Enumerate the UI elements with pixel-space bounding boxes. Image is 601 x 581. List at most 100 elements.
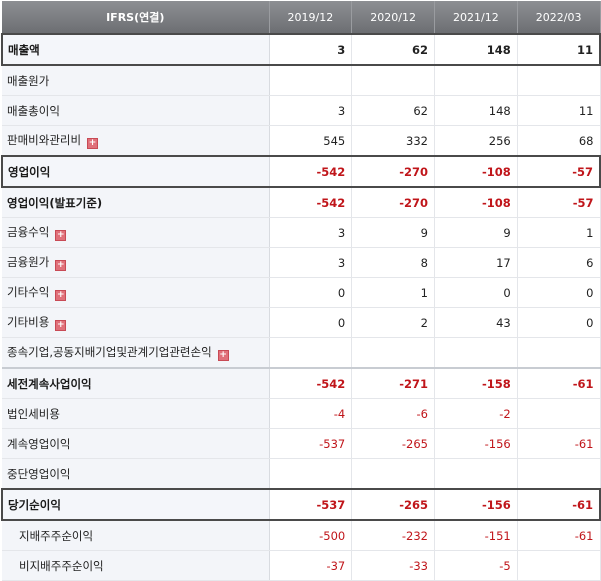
value-cell: -2 xyxy=(434,398,518,429)
value-cell: 0 xyxy=(269,277,353,308)
value-cell: -61 xyxy=(517,520,601,551)
row-label: 비지배주주순이익 xyxy=(19,558,104,573)
value-cell xyxy=(434,337,518,369)
value-cell: 62 xyxy=(351,33,435,66)
row-label: 영업이익 xyxy=(8,164,51,179)
row-label: 중단영업이익 xyxy=(7,466,71,481)
table-row: 중단영업이익 xyxy=(2,458,601,490)
value-cell: -270 xyxy=(351,186,435,218)
row-label: 매출총이익 xyxy=(7,103,60,118)
row-label: 당기순이익 xyxy=(8,497,61,512)
value-cell: 68 xyxy=(517,125,601,157)
value-cell: 256 xyxy=(434,125,518,157)
value-cell: 3 xyxy=(269,33,353,66)
value-cell xyxy=(517,458,601,490)
value-cell: 148 xyxy=(434,95,518,126)
value-cell: -37 xyxy=(269,550,353,581)
value-cell: -156 xyxy=(434,488,518,521)
value-cell: -5 xyxy=(434,550,518,581)
value-cell: -500 xyxy=(269,520,353,551)
value-cell: 0 xyxy=(434,277,518,308)
row-label: 법인세비용 xyxy=(7,406,60,421)
value-cell: -158 xyxy=(434,367,518,399)
value-cell xyxy=(269,65,353,96)
row-label: 지배주주순이익 xyxy=(19,528,94,543)
row-label: 기타비용 xyxy=(7,315,50,329)
row-label-cell: 금융원가 + xyxy=(2,247,270,278)
value-cell: 9 xyxy=(434,217,518,248)
value-cell: -61 xyxy=(517,488,601,521)
table-row: 금융수익 +3 9 9 1 xyxy=(2,217,601,248)
value-cell xyxy=(351,337,435,369)
value-cell: -151 xyxy=(434,520,518,551)
value-cell: -265 xyxy=(351,428,435,459)
table-row: 기타수익 +0 1 0 0 xyxy=(2,277,601,308)
row-label: 매출액 xyxy=(8,42,40,57)
value-cell: 43 xyxy=(434,307,518,338)
row-label: 기타수익 xyxy=(7,285,50,299)
value-cell: 6 xyxy=(517,247,601,278)
row-label: 판매비와관리비 xyxy=(7,133,82,147)
value-cell: -265 xyxy=(351,488,435,521)
row-label-cell: 기타비용 + xyxy=(2,307,270,338)
value-cell xyxy=(351,65,435,96)
period-header: 2019/12 xyxy=(269,1,353,35)
value-cell: -537 xyxy=(269,428,353,459)
row-label: 영업이익(발표기준) xyxy=(7,195,103,210)
table-row: 종속기업,공동지배기업및관계기업관련손익 + xyxy=(2,337,601,369)
value-cell: 332 xyxy=(351,125,435,157)
table-row: 법인세비용 -4 -6 -2 xyxy=(2,398,601,429)
value-cell xyxy=(517,65,601,96)
table-body: 매출액 3 62 148 11 매출원가 매출총이익 3 62 148 11 판매비와관리비 +545 3… xyxy=(1,33,601,581)
row-label-cell: 영업이익 xyxy=(1,155,270,188)
value-cell xyxy=(517,398,601,429)
table-row: 금융원가 +3 8 17 6 xyxy=(2,247,601,278)
value-cell: 545 xyxy=(269,125,353,157)
value-cell: 148 xyxy=(434,33,518,66)
expand-plus-icon[interactable]: + xyxy=(87,138,99,149)
expand-plus-icon[interactable]: + xyxy=(55,230,67,241)
expand-plus-icon[interactable]: + xyxy=(55,320,67,331)
value-cell: -270 xyxy=(351,155,435,188)
value-cell xyxy=(351,458,435,490)
value-cell: 3 xyxy=(269,95,353,126)
value-cell: 1 xyxy=(517,217,601,248)
row-label: 금융수익 xyxy=(7,225,50,239)
row-label: 계속영업이익 xyxy=(7,436,71,451)
table-row: 판매비와관리비 +545 332 256 68 xyxy=(2,125,601,157)
row-label: 종속기업,공동지배기업및관계기업관련손익 xyxy=(7,345,212,359)
table-row: 세전계속사업이익 -542 -271 -158 -61 xyxy=(2,367,601,399)
value-cell: -108 xyxy=(434,155,518,188)
value-cell: -156 xyxy=(434,428,518,459)
row-label-cell: 법인세비용 xyxy=(2,398,270,429)
row-label-cell: 종속기업,공동지배기업및관계기업관련손익 + xyxy=(2,337,270,369)
value-cell: 8 xyxy=(351,247,435,278)
income-statement-table: IFRS(연결) 2019/12 2020/12 2021/12 2022/03… xyxy=(1,1,601,581)
period-header: 2022/03 xyxy=(517,1,601,35)
value-cell: -57 xyxy=(517,155,601,188)
header-label: IFRS(연결) xyxy=(2,1,270,35)
value-cell: -537 xyxy=(269,488,353,521)
value-cell: -61 xyxy=(517,367,601,399)
value-cell xyxy=(269,458,353,490)
row-label-cell: 비지배주주순이익 xyxy=(2,550,270,581)
expand-plus-icon[interactable]: + xyxy=(217,350,229,361)
row-label-cell: 기타수익 + xyxy=(2,277,270,308)
value-cell: -6 xyxy=(351,398,435,429)
row-label-cell: 매출원가 xyxy=(2,65,270,96)
row-label: 매출원가 xyxy=(7,73,50,88)
value-cell xyxy=(434,458,518,490)
period-header: 2021/12 xyxy=(434,1,518,35)
expand-plus-icon[interactable]: + xyxy=(55,260,67,271)
value-cell: 3 xyxy=(269,247,353,278)
table-row: 지배주주순이익 -500 -232 -151 -61 xyxy=(2,520,601,551)
expand-plus-icon[interactable]: + xyxy=(55,290,67,301)
value-cell: -108 xyxy=(434,186,518,218)
value-cell: -57 xyxy=(517,186,601,218)
period-header: 2020/12 xyxy=(351,1,435,35)
row-label-cell: 세전계속사업이익 xyxy=(2,367,270,399)
value-cell xyxy=(517,550,601,581)
value-cell: 0 xyxy=(269,307,353,338)
value-cell: 11 xyxy=(517,95,601,126)
value-cell: -232 xyxy=(351,520,435,551)
